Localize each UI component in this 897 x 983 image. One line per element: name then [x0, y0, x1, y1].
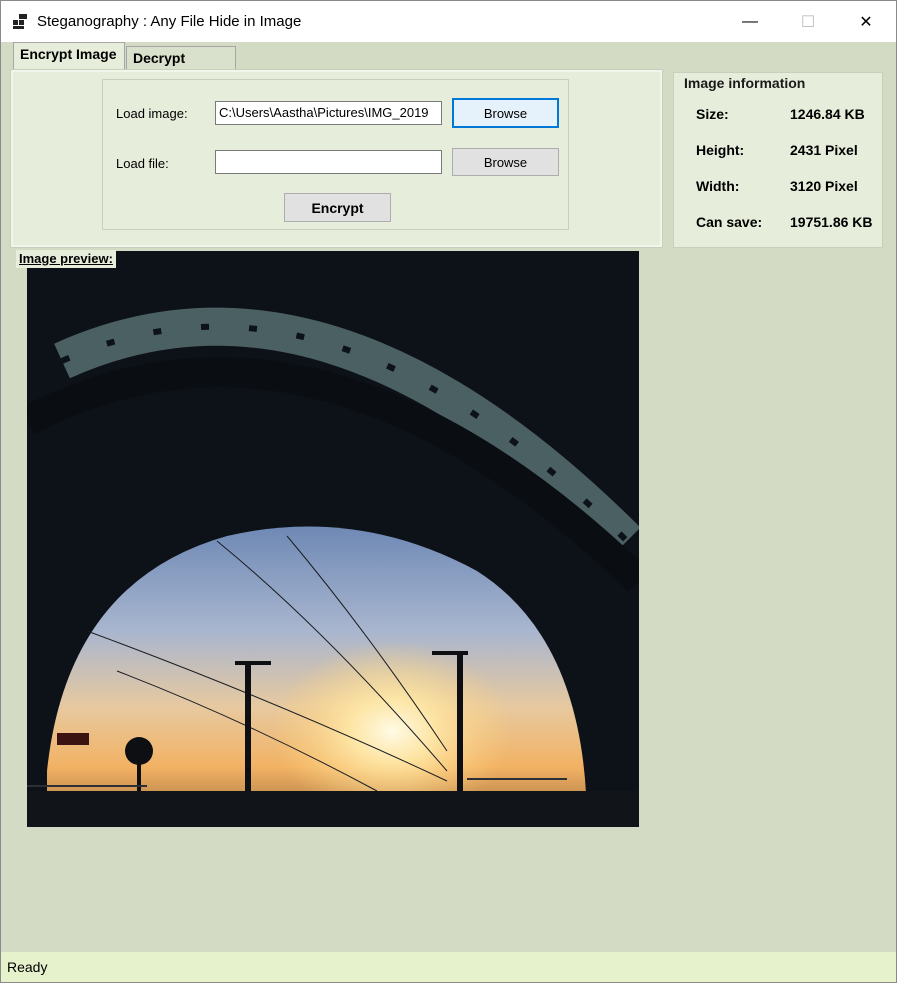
load-file-field[interactable]: [215, 150, 442, 174]
image-information-group: Image information Size: 1246.84 KB Heigh…: [673, 72, 883, 248]
info-row-width: Width: 3120 Pixel: [674, 178, 884, 198]
info-key: Can save:: [696, 214, 763, 230]
status-text: Ready: [7, 959, 48, 975]
load-file-label: Load file:: [116, 156, 169, 171]
browse-image-button[interactable]: Browse: [452, 98, 559, 128]
title-bar[interactable]: Steganography : Any File Hide in Image —…: [1, 1, 896, 42]
app-icon: [13, 13, 29, 29]
info-key: Size:: [696, 106, 729, 122]
encrypt-panel: Load image: C:\Users\Aastha\Pictures\IMG…: [102, 79, 569, 230]
tab-decrypt-image[interactable]: Decrypt Image: [126, 46, 236, 82]
info-value: 19751.86 KB: [790, 214, 873, 230]
image-information-title: Image information: [684, 75, 806, 91]
close-button[interactable]: ✕: [837, 1, 895, 42]
browse-file-button[interactable]: Browse: [452, 148, 559, 176]
load-image-label: Load image:: [116, 106, 188, 121]
encrypt-tab-page: Load image: C:\Users\Aastha\Pictures\IMG…: [10, 69, 663, 248]
info-value: 1246.84 KB: [790, 106, 865, 122]
maximize-button[interactable]: ☐: [779, 1, 837, 42]
image-preview-label: Image preview:: [16, 250, 116, 268]
info-row-size: Size: 1246.84 KB: [674, 106, 884, 126]
window-title: Steganography : Any File Hide in Image: [37, 13, 302, 30]
info-value: 3120 Pixel: [790, 178, 858, 194]
app-window: Steganography : Any File Hide in Image —…: [0, 0, 897, 983]
minimize-icon: —: [742, 12, 758, 30]
close-icon: ✕: [859, 13, 873, 31]
image-preview: [27, 251, 639, 827]
info-key: Height:: [696, 142, 745, 158]
tab-encrypt-image[interactable]: Encrypt Image: [13, 42, 125, 70]
maximize-icon: ☐: [800, 13, 816, 31]
info-key: Width:: [696, 178, 740, 194]
minimize-button[interactable]: —: [721, 1, 779, 42]
encrypt-button[interactable]: Encrypt: [284, 193, 391, 222]
info-row-height: Height: 2431 Pixel: [674, 142, 884, 162]
info-row-can-save: Can save: 19751.86 KB: [674, 214, 884, 234]
load-image-field[interactable]: C:\Users\Aastha\Pictures\IMG_2019: [215, 101, 442, 125]
status-bar: Ready: [1, 952, 896, 982]
preview-photo: [27, 251, 639, 827]
info-value: 2431 Pixel: [790, 142, 858, 158]
